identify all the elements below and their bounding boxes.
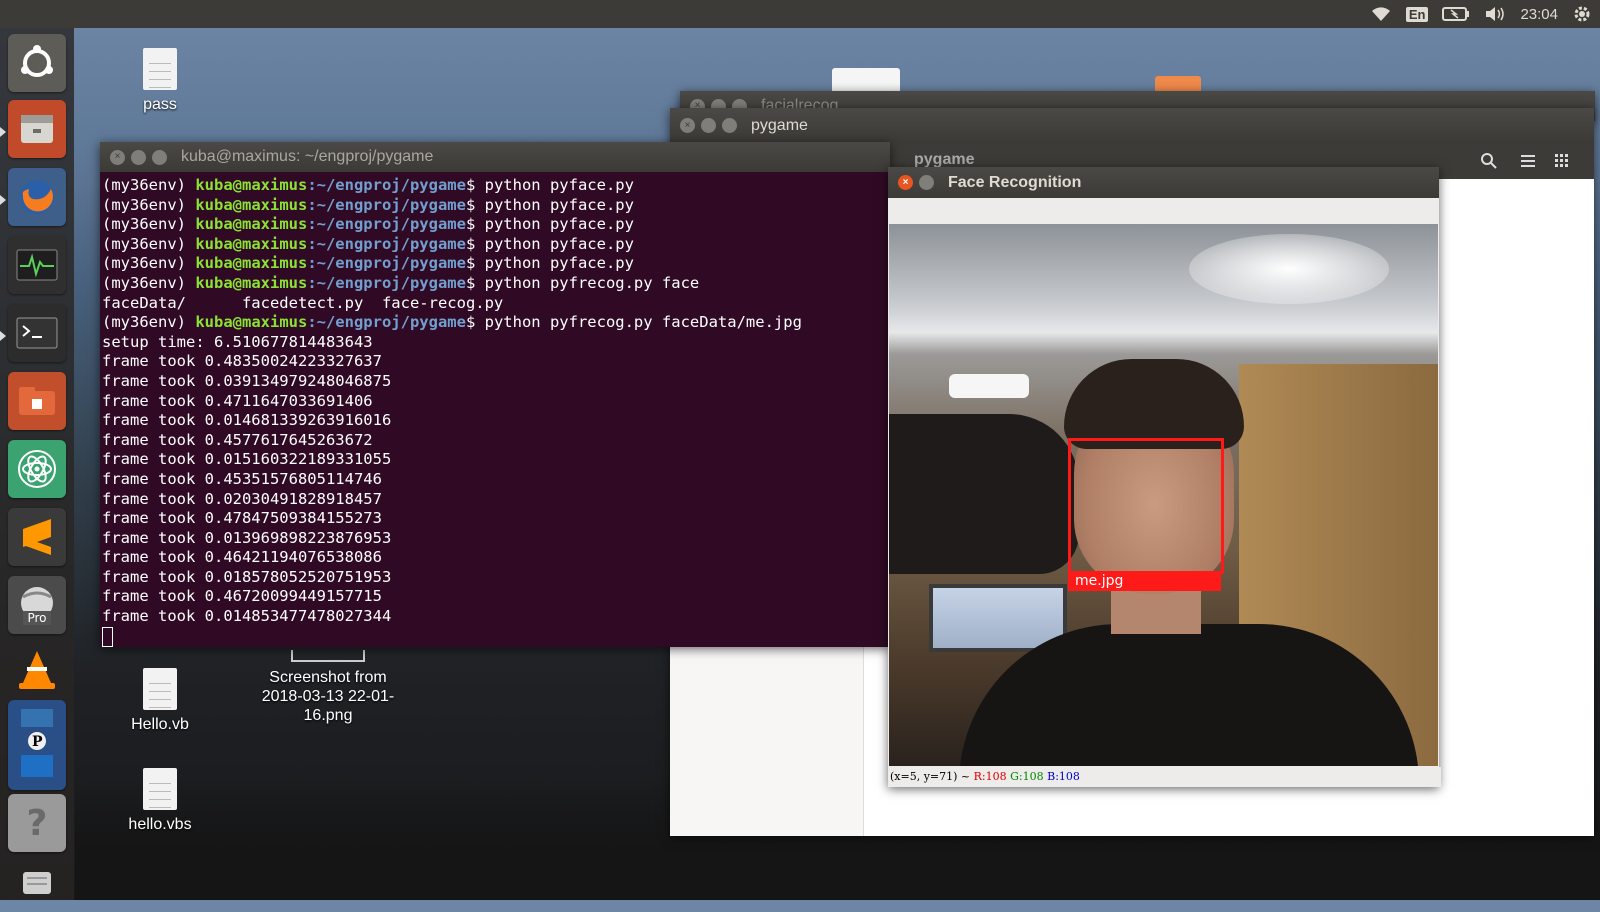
window-title: pygame [751,116,808,134]
terminal-output-line: frame took 0.039134979248046875 [102,371,392,390]
terminal-prompt-line: (my36env) kuba@maximus:~/engproj/pygame$… [102,176,634,194]
minimize-button[interactable] [131,149,146,165]
battery-icon[interactable] [1442,3,1470,25]
text-file-icon [143,668,177,710]
text-file-icon [143,48,177,90]
running-indicator [0,331,6,341]
files-icon[interactable] [8,100,66,158]
terminal-prompt-line: (my36env) kuba@maximus:~/engproj/pygame$… [102,273,700,292]
red-value: R:108 [973,770,1007,783]
green-value: G:108 [1010,770,1044,783]
terminal-prompt-line: (my36env) kuba@maximus:~/engproj/pygame$… [102,254,634,273]
terminal-cursor-line [102,626,890,647]
blue-value: B:108 [1047,770,1080,783]
archive-manager-icon[interactable] [8,372,66,430]
desktop-icon-label: hello.vbs [128,816,192,833]
terminal-output-line: frame took 0.45351576805114746 [102,469,382,488]
maximize-button[interactable] [722,118,737,133]
lamp [949,374,1029,398]
volume-icon[interactable] [1484,3,1506,25]
close-button[interactable]: × [898,175,913,190]
pro-badge: Pro [23,611,51,625]
desktop-icon-label: pass [143,96,177,113]
text-file-icon [143,768,177,810]
pixel-coords: (x=5, y=71) ~ [890,770,974,783]
search-icon[interactable] [1480,152,1498,174]
running-indicator [0,195,6,205]
trash-icon[interactable] [8,854,66,912]
ceiling-light [1189,234,1389,304]
terminal-output-line: frame took 0.015160322189331055 [102,450,392,469]
terminal-output-line: frame took 0.02030491828918457 [102,489,382,508]
desktop-icon-screenshot[interactable]: Screenshot from 2018-03-13 22-01-16.png [258,650,398,725]
arm [889,414,1079,574]
terminal-completion-line: faceData/ facedetect.py face-recog.py [102,293,504,312]
google-earth-pro-icon[interactable]: Pro [8,576,66,634]
terminal-output-line: frame took 0.48350024223327637 [102,352,382,371]
system-monitor-icon[interactable] [8,236,66,294]
window-title: kuba@maximus: ~/engproj/pygame [181,148,434,165]
terminal-window[interactable]: × kuba@maximus: ~/engproj/pygame (my36en… [100,142,890,647]
terminal-prompt-line: (my36env) kuba@maximus:~/engproj/pygame$… [102,195,634,214]
terminal-output-line: frame took 0.014681339263916016 [102,411,392,430]
vlc-icon[interactable] [8,640,66,698]
running-indicator [0,127,6,137]
terminal-output-line: frame took 0.013969898223876953 [102,528,392,547]
terminal-output-line: frame took 0.47847509384155273 [102,509,382,528]
maximize-button[interactable] [152,149,167,165]
ubuntu-dash-icon[interactable] [8,34,66,92]
desktop-icon-hello-vb[interactable]: Hello.vb [95,668,225,734]
launcher: Pro P ? [0,28,74,900]
text-cursor [102,626,113,647]
minimize-button[interactable] [919,175,934,190]
close-button[interactable]: × [680,118,695,133]
detection-label: me.jpg [1068,571,1221,591]
svg-text:P: P [32,734,43,750]
toolbar-strip [888,198,1439,224]
firefox-icon[interactable] [8,168,66,226]
image-thumbnail-icon [291,650,365,662]
desktop-icon-pass[interactable]: pass [95,48,225,114]
terminal-output-line: frame took 0.46720099449157715 [102,587,382,606]
close-button[interactable]: × [110,149,125,165]
terminal-output-line: frame took 0.018578052520751953 [102,567,392,586]
gear-icon[interactable] [1572,3,1592,25]
window-titlebar: × pygame [670,108,1594,143]
terminal-prompt-line: (my36env) kuba@maximus:~/engproj/pygame$… [102,234,634,253]
visual-studio-code-icon[interactable]: P [8,700,66,790]
help-icon[interactable]: ? [8,794,66,852]
atom-icon[interactable] [8,440,66,498]
list-view-icon[interactable] [1520,153,1536,173]
window-title: Face Recognition [948,173,1082,191]
top-panel: En 23:04 [0,0,1600,28]
face-detection-box [1068,438,1224,574]
terminal-output-line: frame took 0.4711647033691406 [102,391,373,410]
terminal-output-line: frame took 0.014853477478027344 [102,607,392,626]
sublime-text-icon[interactable] [8,508,66,566]
keyboard-layout-indicator[interactable]: En [1405,3,1429,25]
face-recognition-window[interactable]: × Face Recognition me.jpg (x=5, y=71) ~ … [888,167,1441,787]
window-titlebar: × Face Recognition [888,167,1439,198]
grid-view-icon[interactable] [1554,153,1570,173]
person-hair [1064,359,1244,449]
status-bar: (x=5, y=71) ~ R:108 G:108 B:108 [888,767,1441,787]
camera-feed[interactable]: me.jpg [889,224,1438,766]
terminal-prompt-line: (my36env) kuba@maximus:~/engproj/pygame$… [102,215,634,234]
terminal-output-line: frame took 0.4577617645263672 [102,430,373,449]
desktop-icon-label: Screenshot from 2018-03-13 22-01-16.png [261,669,395,724]
terminal-icon[interactable] [8,304,66,362]
terminal-output-line: frame took 0.46421194076538086 [102,548,382,567]
wifi-icon[interactable] [1370,3,1392,25]
clock[interactable]: 23:04 [1520,6,1558,23]
window-titlebar: × kuba@maximus: ~/engproj/pygame [100,142,890,172]
minimize-button[interactable] [701,118,716,133]
desktop-icon-label: Hello.vb [131,716,189,733]
desktop-icon-hello-vbs[interactable]: hello.vbs [95,768,225,834]
terminal-output[interactable]: (my36env) kuba@maximus:~/engproj/pygame$… [100,172,890,647]
terminal-prompt-line: (my36env) kuba@maximus:~/engproj/pygame$… [102,313,802,332]
terminal-output-line: setup time: 6.510677814483643 [102,332,373,351]
